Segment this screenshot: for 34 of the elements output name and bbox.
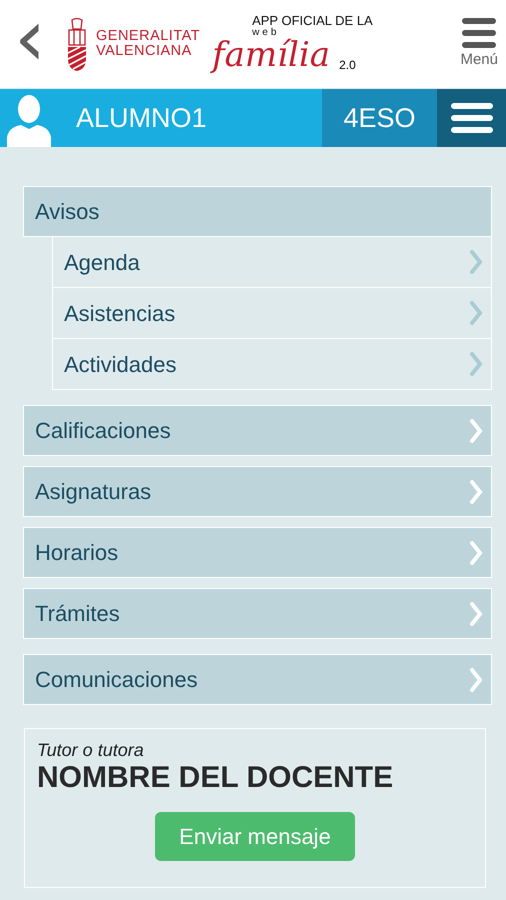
chevron-icon [469, 540, 483, 566]
menu-button[interactable]: Menú [460, 16, 498, 72]
app-version: 2.0 [338, 58, 357, 74]
menu-item[interactable]: Asignaturas [23, 466, 492, 517]
student-name: ALUMNO1 [76, 102, 207, 135]
submenu-item[interactable]: Asistencias [52, 288, 492, 339]
menu-icon [450, 101, 494, 135]
menu-item[interactable]: Horarios [23, 527, 492, 578]
chevron-icon [469, 478, 483, 504]
chevron-icon [469, 300, 483, 326]
tutor-name: NOMBRE DEL DOCENTE [37, 760, 394, 794]
menu-item[interactable]: Trámites [23, 588, 492, 639]
tutor-caption: Tutor o tutora [37, 741, 145, 761]
back-button[interactable]: ‹ [10, 3, 50, 73]
submenu-item[interactable]: Actividades [52, 339, 492, 390]
app-web-label: web [252, 28, 280, 38]
app-tagline: APP OFICIAL DE LA [251, 14, 374, 28]
menu-icon [461, 16, 498, 49]
hamburger-button[interactable] [437, 89, 506, 147]
org-name: VALENCIANA [96, 44, 193, 60]
class-group: 4ESO [322, 89, 437, 147]
menu-item[interactable]: Comunicaciones [23, 654, 492, 705]
chevron-icon [469, 666, 483, 692]
chevron-icon [469, 418, 483, 444]
section-header: Avisos [23, 186, 492, 237]
chevron-icon [469, 249, 483, 275]
menu-item[interactable]: Calificaciones [23, 405, 492, 456]
chevron-icon [469, 600, 483, 626]
org-name: GENERALITAT [96, 28, 200, 44]
app-name: família [212, 38, 332, 74]
submenu-item[interactable]: Agenda [52, 237, 492, 288]
chevron-icon [469, 351, 483, 377]
avatar-icon [7, 93, 51, 147]
coat-of-arms-icon [66, 17, 88, 71]
